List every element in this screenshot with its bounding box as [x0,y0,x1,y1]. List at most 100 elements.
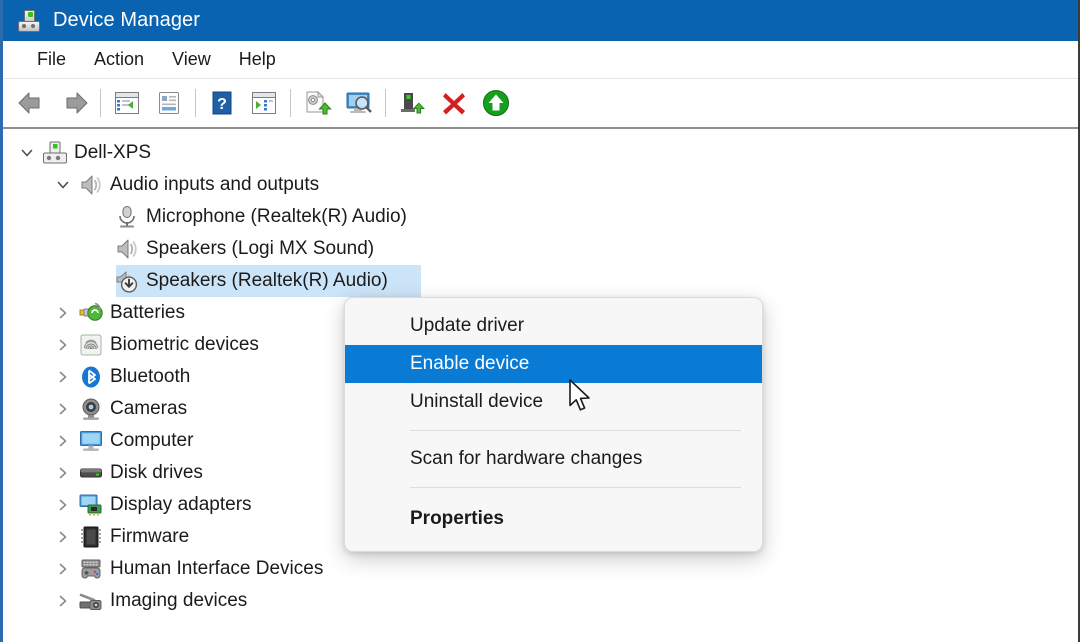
context-menu-item-scan-for-hardware-changes[interactable]: Scan for hardware changes [345,440,762,478]
tree-item-label: Microphone (Realtek(R) Audio) [146,206,407,227]
tree-item-label: Human Interface Devices [110,558,324,579]
chevron-down-icon[interactable] [55,177,71,193]
chevron-right-icon[interactable] [55,337,71,353]
tree-item-speakers-realtek-r-audio[interactable]: Speakers (Realtek(R) Audio) [6,265,1076,297]
tree-expander[interactable] [50,465,76,481]
speaker-icon [112,237,142,261]
menu-help[interactable]: Help [225,47,290,72]
tree-item-microphone-realtek-r-audio[interactable]: Microphone (Realtek(R) Audio) [6,201,1076,233]
chevron-right-icon[interactable] [55,465,71,481]
fingerprint-icon [80,334,102,356]
chevron-down-icon[interactable] [19,145,35,161]
monitor-icon [76,429,106,453]
tree-expander[interactable] [50,529,76,545]
update-driver-button[interactable] [296,83,338,123]
uninstall-device-icon [401,93,425,114]
toolbar-separator [290,89,291,117]
computer-device-icon [40,141,70,165]
imaging-scanner-icon [76,589,106,613]
tree-item-human-interface-devices[interactable]: Human Interface Devices [6,553,1076,585]
hid-gamepad-icon [81,559,101,579]
context-menu-item-enable-device[interactable]: Enable device [345,345,762,383]
disable-device-red-x-icon [443,93,465,115]
context-menu-separator [410,430,741,431]
scan-for-hardware-changes-button[interactable] [338,83,380,123]
tree-expander[interactable] [50,337,76,353]
battery-icon [76,301,106,325]
enable-device-green-arrow-icon [483,90,509,116]
menu-action[interactable]: Action [80,47,158,72]
disable-device-button[interactable] [433,83,475,123]
tree-item-label: Disk drives [110,462,203,483]
context-menu-separator [410,487,741,488]
tree-expander[interactable] [50,433,76,449]
tree-item-label: Firmware [110,526,190,547]
firmware-chip-icon [81,526,101,548]
tree-expander[interactable] [14,145,40,161]
back-icon [18,92,40,114]
title-bar: Device Manager [3,0,1078,41]
toolbar: ? [3,79,1078,129]
display-adapter-icon [76,493,106,517]
enable-device-button[interactable] [475,83,517,123]
monitor-icon [80,431,102,451]
context-menu-item-uninstall-device[interactable]: Uninstall device [345,383,762,421]
properties-icon [159,92,179,114]
chevron-right-icon[interactable] [55,529,71,545]
chevron-right-icon[interactable] [55,369,71,385]
properties-button[interactable] [148,83,190,123]
tree-item-audio-inputs-and-outputs[interactable]: Audio inputs and outputs [6,169,1076,201]
menu-file[interactable]: File [23,47,80,72]
toolbar-separator [385,89,386,117]
context-menu-item-update-driver[interactable]: Update driver [345,307,762,345]
uninstall-device-button[interactable] [391,83,433,123]
menu-view[interactable]: View [158,47,225,72]
help-icon: ? [212,91,232,115]
tree-expander[interactable] [50,177,76,193]
tree-expander[interactable] [50,369,76,385]
chevron-right-icon[interactable] [55,305,71,321]
hid-gamepad-icon [76,557,106,581]
chevron-right-icon[interactable] [55,593,71,609]
battery-icon [79,302,103,321]
tree-expander[interactable] [50,305,76,321]
tree-item-label: Dell-XPS [74,142,152,163]
tree-item-imaging-devices[interactable]: Imaging devices [6,585,1076,617]
speaker-icon [76,173,106,197]
tree-item-label: Audio inputs and outputs [110,174,320,195]
device-manager-window: Device Manager File Action View Help ? D… [0,0,1080,642]
tree-item-label: Speakers (Logi MX Sound) [146,238,375,259]
chevron-right-icon[interactable] [55,561,71,577]
speaker-disabled-icon [116,271,138,293]
chevron-right-icon[interactable] [55,497,71,513]
context-menu-item-properties[interactable]: Properties [345,497,762,541]
forward-icon [66,92,88,114]
context-menu: Update driver Enable device Uninstall devi… [344,297,763,552]
svg-text:?: ? [217,96,227,113]
tree-expander[interactable] [50,561,76,577]
show-hide-console-tree-button[interactable] [106,83,148,123]
forward-button[interactable] [53,83,95,123]
tree-expander[interactable] [50,497,76,513]
speaker-disabled-icon [112,269,142,293]
camera-icon [76,397,106,421]
show-hide-action-pane-button[interactable] [243,83,285,123]
tree-expander[interactable] [50,401,76,417]
show-hide-console-tree-icon [115,92,139,114]
chevron-right-icon[interactable] [55,401,71,417]
tree-item-speakers-logi-mx-sound[interactable]: Speakers (Logi MX Sound) [6,233,1076,265]
chevron-right-icon[interactable] [55,433,71,449]
tree-item-dell-xps[interactable]: Dell-XPS [6,137,1076,169]
tree-item-label: Cameras [110,398,188,419]
toolbar-separator [100,89,101,117]
tree-item-label: Display adapters [110,494,252,515]
microphone-icon [112,205,142,229]
tree-item-label: Speakers (Realtek(R) Audio) [146,270,388,291]
show-hide-action-pane-icon [252,92,276,114]
back-button[interactable] [11,83,53,123]
tree-item-label: Biometric devices [110,334,259,355]
help-button[interactable]: ? [201,83,243,123]
scan-for-hardware-changes-icon [346,92,372,113]
disk-drive-icon [76,461,106,485]
tree-expander[interactable] [50,593,76,609]
